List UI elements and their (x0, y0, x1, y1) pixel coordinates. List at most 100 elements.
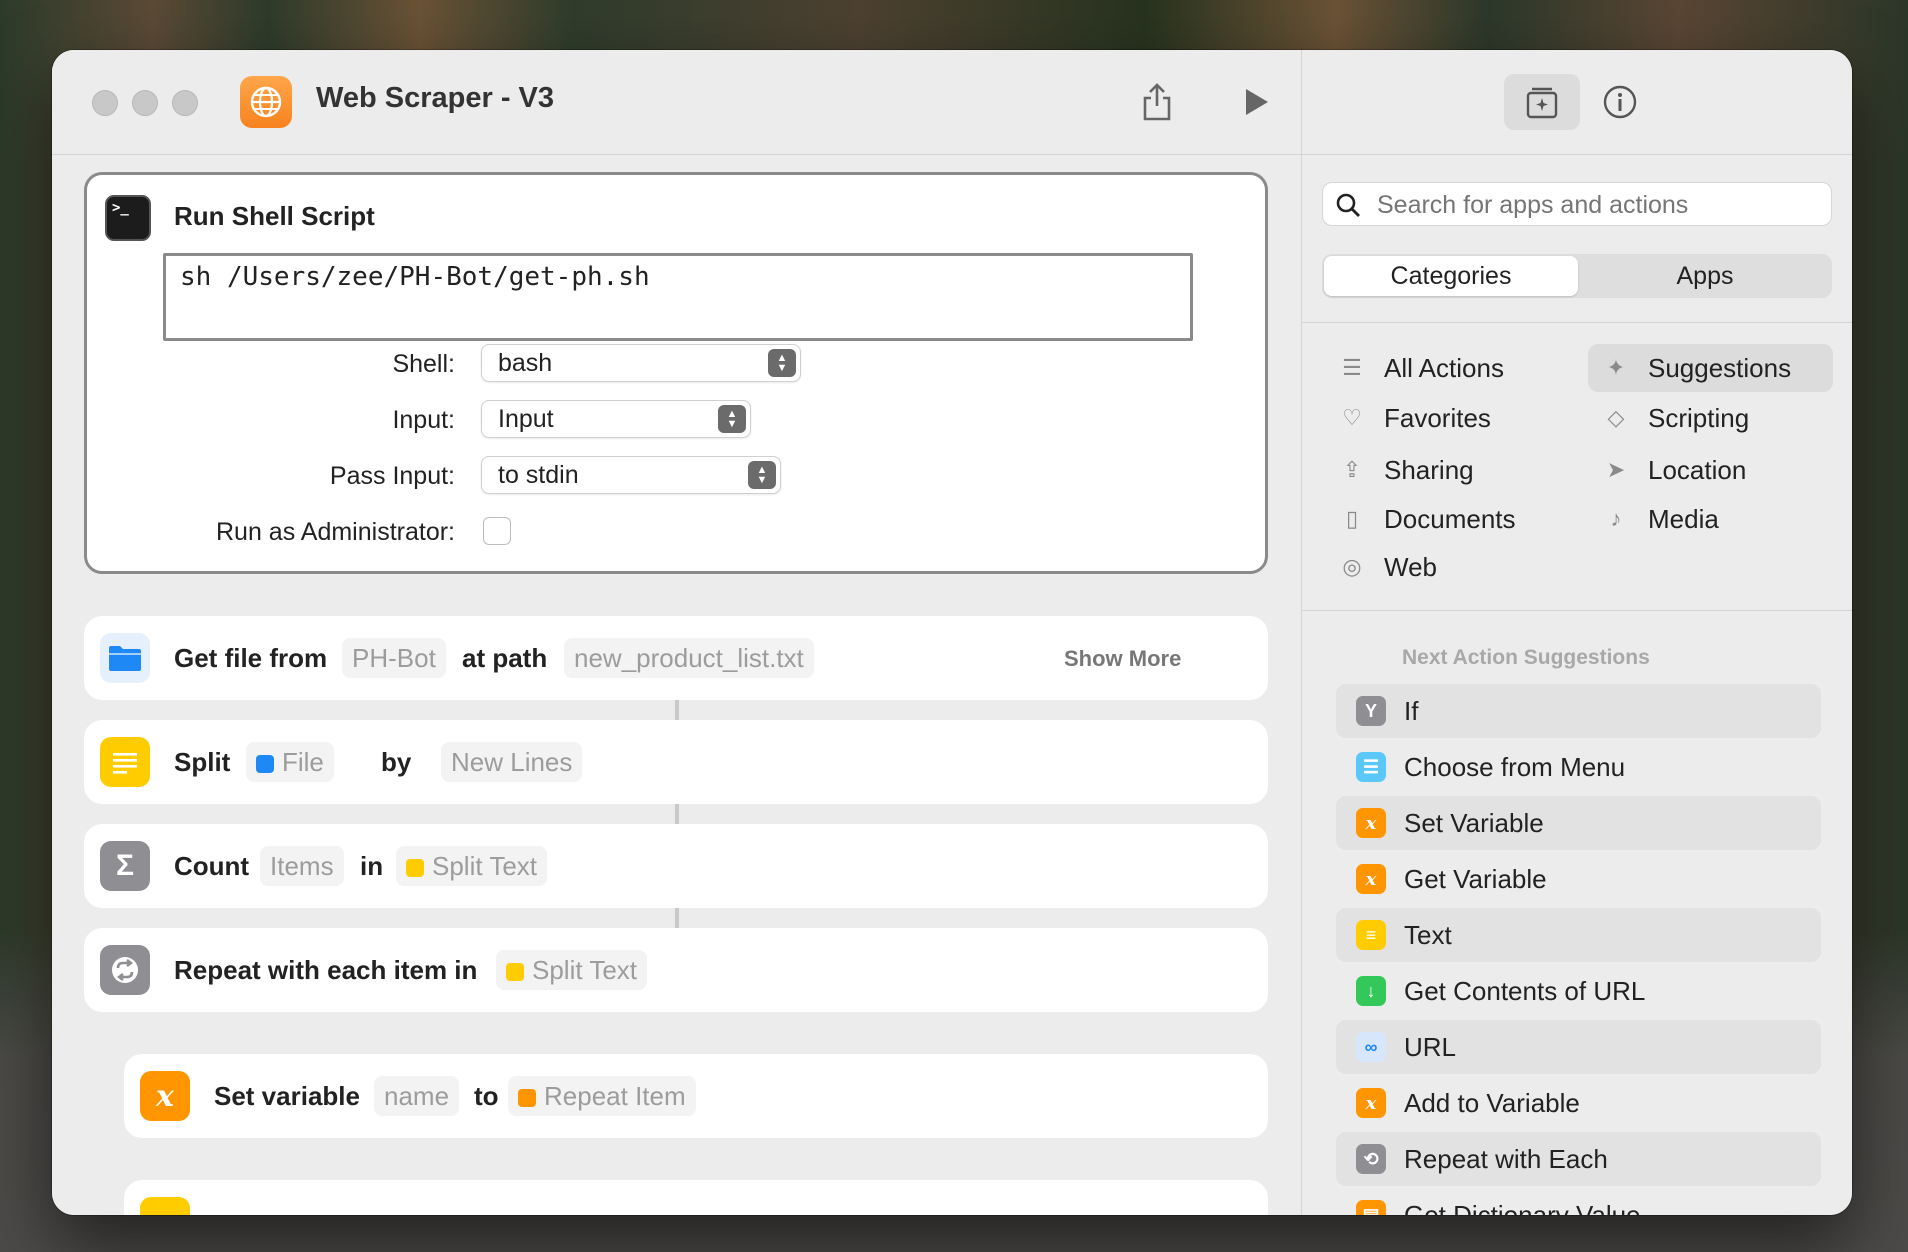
search-field[interactable] (1322, 182, 1832, 226)
category-label: Scripting (1648, 403, 1750, 433)
input-value: Input (498, 405, 554, 433)
folder-icon (100, 633, 150, 683)
source-token[interactable]: PH-Bot (342, 638, 446, 678)
zoom-button[interactable] (172, 90, 198, 116)
to-label: to (474, 1081, 499, 1111)
search-input[interactable] (1375, 187, 1819, 223)
list-icon: ☰ (1342, 355, 1362, 380)
shell-value: bash (498, 349, 553, 377)
repeat-icon (100, 945, 150, 995)
text-icon (506, 963, 524, 981)
variable-icon: x (1356, 864, 1386, 894)
text-lines-icon (140, 1197, 190, 1215)
location-arrow-icon: ➤ (1606, 457, 1626, 482)
info-icon[interactable] (1602, 84, 1638, 120)
split-text-token[interactable]: Split Text (396, 846, 548, 886)
suggestion-label: Get Dictionary Value (1404, 1200, 1641, 1215)
split-text-token-label: Split Text (432, 851, 538, 881)
text-icon (406, 859, 424, 877)
minimize-button[interactable] (132, 90, 158, 116)
chevron-updown-icon: ▲ ▼ (718, 405, 746, 433)
category-label: Sharing (1384, 455, 1474, 485)
suggestion-url[interactable]: ∞ URL (1336, 1020, 1821, 1074)
suggestion-choose-from-menu[interactable]: ☰ Choose from Menu (1336, 740, 1821, 794)
file-token[interactable]: File (246, 742, 334, 782)
menu-icon: ☰ (1356, 752, 1386, 782)
repeat-icon: ⟲ (1356, 1144, 1386, 1174)
repeat-item-token-label: Repeat Item (544, 1081, 686, 1111)
action-title: Run Shell Script (174, 201, 375, 231)
repeat-item-token[interactable]: Repeat Item (508, 1076, 696, 1116)
globe-icon[interactable] (240, 76, 292, 128)
suggestions-heading: Next Action Suggestions (1402, 646, 1650, 669)
get-file-action[interactable]: Get file from PH-Bot at path new_product… (84, 616, 1268, 700)
suggestion-label: Set Variable (1404, 808, 1544, 838)
chevron-updown-icon: ▲ ▼ (748, 461, 776, 489)
split-text-action[interactable]: Split File by New Lines (84, 720, 1268, 804)
category-label: All Actions (1384, 353, 1504, 383)
input-label: Input: (392, 406, 455, 434)
link-icon: ∞ (1356, 1032, 1386, 1062)
if-icon: Y (1356, 696, 1386, 726)
scripting-icon: ◇ (1607, 405, 1625, 430)
admin-label: Run as Administrator: (216, 518, 455, 546)
variable-name-token[interactable]: name (374, 1076, 460, 1116)
pass-input-popup[interactable]: to stdin ▲ ▼ (481, 456, 781, 494)
folder-icon (256, 755, 274, 773)
in-label: in (360, 851, 384, 881)
divider (1302, 610, 1852, 611)
suggestion-if[interactable]: Y If (1336, 684, 1821, 738)
count-action[interactable]: Σ Count Items in Split Text (84, 824, 1268, 908)
items-token[interactable]: Items (260, 846, 344, 886)
suggestion-get-contents-of-url[interactable]: ↓ Get Contents of URL (1336, 964, 1821, 1018)
suggestion-label: Get Variable (1404, 864, 1547, 894)
editor-pane: Web Scraper - V3 >_ Run Shell Script sh … (52, 50, 1301, 1215)
connector-line (675, 700, 679, 720)
suggestion-label: Repeat with Each (1404, 1144, 1608, 1174)
library-sparkle-icon (1526, 87, 1558, 119)
dictionary-icon: ▤ (1356, 1200, 1386, 1215)
category-label: Location (1648, 455, 1747, 485)
path-token[interactable]: new_product_list.txt (564, 638, 814, 678)
close-button[interactable] (92, 90, 118, 116)
music-note-icon: ♪ (1610, 506, 1622, 531)
set-variable-label: Set variable (214, 1081, 360, 1111)
tab-categories[interactable]: Categories (1324, 256, 1578, 296)
run-shell-script-action[interactable]: >_ Run Shell Script sh /Users/zee/PH-Bot… (84, 172, 1268, 574)
show-more-button[interactable]: Show More (1064, 646, 1181, 672)
tab-apps[interactable]: Apps (1580, 256, 1830, 296)
suggestion-get-dictionary-value[interactable]: ▤ Get Dictionary Value (1336, 1188, 1821, 1215)
shell-popup[interactable]: bash ▲ ▼ (481, 344, 801, 382)
separator-token[interactable]: New Lines (441, 742, 583, 782)
category-label: Media (1648, 504, 1719, 534)
suggestion-label: If (1404, 696, 1419, 726)
script-editor[interactable]: sh /Users/zee/PH-Bot/get-ph.sh (163, 253, 1193, 341)
download-icon: ↓ (1356, 976, 1386, 1006)
play-icon[interactable] (1232, 78, 1280, 126)
sigma-icon: Σ (100, 841, 150, 891)
pass-input-label: Pass Input: (329, 462, 455, 490)
suggestion-text[interactable]: ≡ Text (1336, 908, 1821, 962)
action-library-button[interactable] (1504, 74, 1580, 130)
suggestion-get-variable[interactable]: x Get Variable (1336, 852, 1821, 906)
suggestion-label: URL (1404, 1032, 1457, 1062)
title-bar: Web Scraper - V3 (52, 50, 1301, 155)
suggestion-repeat-with-each[interactable]: ⟲ Repeat with Each (1336, 1132, 1821, 1186)
split-text-token[interactable]: Split Text (496, 950, 648, 990)
share-icon[interactable] (1133, 78, 1181, 126)
suggestion-label: Choose from Menu (1404, 752, 1626, 782)
get-file-label: Get file from (174, 643, 328, 673)
input-popup[interactable]: Input ▲ ▼ (481, 400, 751, 438)
category-label: Favorites (1384, 403, 1491, 433)
next-action-card[interactable] (124, 1180, 1268, 1215)
set-variable-action[interactable]: x Set variable name to Repeat Item (124, 1054, 1268, 1138)
at-path-label: at path (462, 643, 548, 673)
suggestion-add-to-variable[interactable]: x Add to Variable (1336, 1076, 1821, 1130)
repeat-each-action[interactable]: Repeat with each item in Split Text (84, 928, 1268, 1012)
file-token-label: File (282, 747, 324, 777)
suggestion-set-variable[interactable]: x Set Variable (1336, 796, 1821, 850)
shell-label: Shell: (392, 350, 455, 378)
admin-checkbox[interactable] (483, 517, 511, 545)
count-label: Count (174, 851, 250, 881)
document-icon: ▯ (1345, 506, 1359, 531)
